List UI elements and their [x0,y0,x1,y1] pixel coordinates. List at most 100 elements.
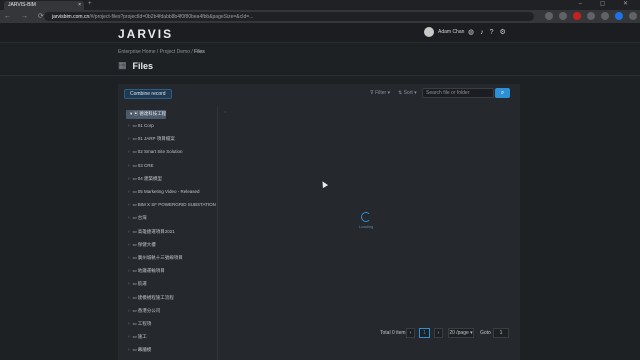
folder-icon: ▭ [132,149,137,155]
expand-icon[interactable]: › [128,202,130,207]
tree-root[interactable]: ▾ ▣ 德達科技工程 [126,110,166,119]
folder-icon: ▭ [132,294,137,300]
expand-icon[interactable]: › [128,189,130,194]
bell-icon[interactable]: ♪ [480,29,490,36]
extension-icon[interactable] [601,12,609,20]
tree-folder-item[interactable]: › ▭工程項 [128,321,151,327]
page-number[interactable]: 1 [419,328,430,338]
breadcrumb: Enterprise Home / Project Demo / Files [118,49,205,55]
tree-folder-item[interactable]: › ▭航運 [128,281,147,287]
folder-icon: ▭ [132,162,137,168]
expand-icon[interactable]: › [128,268,130,273]
expand-icon[interactable]: › [128,123,130,128]
browser-tab[interactable]: JARVIS-BIM × [4,1,84,10]
search-button[interactable]: ⌕ [495,88,510,98]
tree-folder-item[interactable]: ›▭BIM X SF POWERGRID SUBSTATION ON () [128,202,217,208]
tree-folder-item[interactable]: › ▭02 Smart Site Solution [128,149,183,155]
folder-icon: ▭ [132,123,137,128]
expand-icon[interactable]: › [128,149,130,154]
folder-label: 04 建築模型 [137,175,163,181]
tree-folder-item[interactable]: › ▭建模規程施工流程 [128,295,174,301]
expand-icon[interactable]: › [128,281,130,286]
extension-icon[interactable] [587,12,595,20]
window-controls[interactable]: – ▢ ✕ [579,0,636,7]
folder-icon: ▭ [132,334,137,340]
next-page-button[interactable]: › [434,328,443,338]
breadcrumb-item[interactable]: Enterprise Home [118,49,156,55]
expand-icon[interactable]: › [128,176,130,181]
new-tab-icon[interactable]: + [88,1,92,7]
tree-folder-item[interactable]: › ▭幕牆模 [128,347,151,353]
folder-icon: ▭ [132,202,137,208]
expand-icon[interactable]: › [128,136,130,141]
expand-icon[interactable]: › [128,215,130,220]
expand-icon[interactable]: › [128,308,130,313]
help-icon[interactable]: ? [490,29,500,36]
tree-folder-item[interactable]: › ▭01 Corp [128,123,154,129]
expand-icon[interactable]: › [128,347,130,352]
folder-label: 建模規程施工流程 [137,294,174,300]
expand-icon[interactable]: › [128,229,130,234]
tree-folder-item[interactable]: › ▭保健大樓 [128,242,156,248]
tree-folder-item[interactable]: › ▭地鐵運輸項目 [128,268,165,274]
url-input[interactable]: jarvisbim.com.cn/#/project-files?project… [44,12,534,21]
expand-icon[interactable]: › [128,321,130,326]
folder-label: 台灣 [137,215,147,221]
address-bar-row: ← → ⟳ jarvisbim.com.cn/#/project-files?p… [0,10,640,23]
tree-folder-item[interactable]: › ▭香港分公司 [128,308,160,314]
tree-folder-item[interactable]: › ▭05 Marketing Video - Released [128,189,199,195]
folder-icon: ▭ [132,321,137,326]
folder-label: BIM X SF POWERGRID SUBSTATION ON () [137,202,217,208]
expand-icon[interactable]: › [128,255,130,260]
page-size-select[interactable]: 20 /page ▾ [448,328,474,338]
folder-label: 施工 [137,334,147,340]
user-name[interactable]: Adam Chan [438,29,464,35]
extension-icon[interactable] [559,12,567,20]
app-logo[interactable]: JARVIS [118,27,173,41]
page-title: Files [132,60,154,71]
search-input[interactable]: Search file or folder [422,88,494,98]
tree-folder-item[interactable]: › ▭04 建築模型 [128,176,162,182]
tree-folder-item[interactable]: › ▭01 JARP 項目檔案 [128,136,175,142]
select-all-checkbox[interactable]: ○ [224,109,226,114]
tree-folder-item[interactable]: › ▭台灣 [128,215,147,221]
sort-dropdown[interactable]: ⇅ Sort ▾ [398,90,417,96]
globe-icon[interactable]: ◍ [468,29,480,36]
app-header: JARVIS Adam Chan ◍♪?⚙ [0,23,640,43]
folder-label: 香港分公司 [137,307,161,313]
tree-folder-item[interactable]: › ▭高雄捷運項目2021 [128,229,175,235]
tree-folder-item[interactable]: › ▭廣州城軌十三號線項目 [128,255,183,261]
expand-icon[interactable]: › [128,295,130,300]
prev-page-button[interactable]: ‹ [406,328,415,338]
folder-icon: ▭ [132,228,137,234]
goto-input[interactable]: 1 [493,328,509,338]
breadcrumb-current: Files [194,49,205,55]
expand-icon[interactable]: › [128,242,130,247]
extension-icon[interactable] [545,12,553,20]
files-panel: Combine record ⊽ Filter ▾ ⇅ Sort ▾ Searc… [118,84,520,360]
tree-folder-item[interactable]: › ▭03 CRE [128,163,154,169]
search-icon: ⌕ [500,90,505,96]
expand-icon[interactable]: › [128,334,130,339]
extension-icon[interactable] [573,12,581,20]
menu-icon[interactable] [629,12,637,20]
close-tab-icon[interactable]: × [78,2,81,8]
combine-record-button[interactable]: Combine record [124,89,172,99]
breadcrumb-item[interactable]: Project Demo [160,49,190,55]
extension-icons [545,12,637,20]
folder-tree: ▾ ▣ 德達科技工程 › ▭01 Corp › ▭01 JARP 項目檔案 › ▭02 S… [118,106,218,360]
nav-buttons[interactable]: ← → ⟳ [4,12,48,20]
avatar[interactable] [424,27,434,37]
tree-folder-item[interactable]: › ▭施工 [128,334,147,340]
browser-tab-bar: JARVIS-BIM × + – ▢ ✕ [0,0,640,10]
folder-label: 高雄捷運項目2021 [137,228,175,234]
profile-icon[interactable] [615,12,623,20]
expand-icon[interactable]: › [128,163,130,168]
folder-icon: ▭ [132,241,137,247]
user-menu[interactable]: Adam Chan [424,27,464,37]
pagination-total: Total 0 item [380,330,406,336]
filter-dropdown[interactable]: ⊽ Filter ▾ [370,90,390,96]
gear-icon[interactable]: ⚙ [500,29,512,36]
folder-label: 保健大樓 [137,241,156,247]
page-header: ▦ Files [118,60,153,71]
